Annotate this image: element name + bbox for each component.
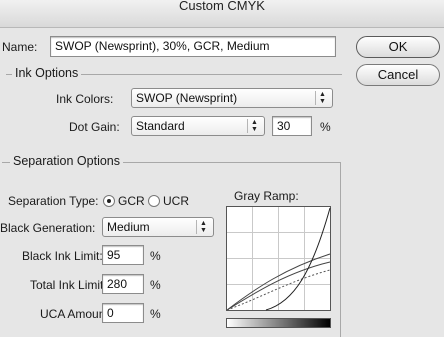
select-arrows-icon: ▲ ▼ — [196, 220, 210, 234]
black-ink-limit-unit: % — [150, 249, 161, 263]
black-generation-select[interactable]: Medium ▲ ▼ — [102, 217, 214, 237]
ink-colors-select[interactable]: SWOP (Newsprint) ▲ ▼ — [131, 88, 333, 108]
title-bar: Custom CMYK — [0, 0, 444, 28]
select-arrows-icon: ▲ ▼ — [315, 91, 329, 105]
dot-gain-value: Standard — [136, 119, 185, 133]
ucr-radio[interactable] — [148, 195, 160, 207]
ucr-label: UCR — [163, 194, 189, 208]
gcr-radio[interactable] — [103, 195, 115, 207]
total-ink-limit-field[interactable]: 280 — [102, 274, 144, 294]
window-title: Custom CMYK — [179, 0, 265, 13]
cancel-button[interactable]: Cancel — [356, 64, 440, 86]
black-generation-label: Black Generation: — [0, 221, 96, 235]
ink-colors-value: SWOP (Newsprint) — [136, 91, 238, 105]
name-field[interactable]: SWOP (Newsprint), 30%, GCR, Medium — [50, 36, 336, 57]
dot-gain-label: Dot Gain: — [69, 120, 120, 134]
black-ink-limit-label: Black Ink Limit: — [22, 249, 103, 263]
black-generation-value: Medium — [107, 220, 150, 234]
name-label: Name: — [2, 40, 38, 54]
total-ink-limit-unit: % — [150, 278, 161, 292]
total-ink-limit-label: Total Ink Limit: — [30, 278, 107, 292]
dot-gain-select[interactable]: Standard ▲ ▼ — [131, 116, 265, 136]
separation-type-label: Separation Type: — [8, 194, 99, 208]
ink-colors-label: Ink Colors: — [56, 92, 114, 106]
gray-ramp-gradient-bar — [226, 318, 331, 328]
gray-ramp-label: Gray Ramp: — [234, 189, 299, 203]
dot-gain-unit: % — [320, 120, 331, 134]
ink-options-legend: Ink Options — [12, 66, 82, 80]
uca-amount-unit: % — [150, 307, 161, 321]
ok-button[interactable]: OK — [356, 36, 440, 58]
gcr-label: GCR — [118, 194, 145, 208]
separation-options-legend: Separation Options — [10, 154, 124, 168]
ink-options-group — [6, 74, 342, 148]
dot-gain-amount-field[interactable]: 30 — [272, 116, 312, 136]
black-ink-limit-field[interactable]: 95 — [102, 245, 144, 265]
gray-ramp-graph — [226, 206, 331, 311]
select-arrows-icon: ▲ ▼ — [247, 119, 261, 133]
uca-amount-field[interactable]: 0 — [102, 303, 144, 323]
